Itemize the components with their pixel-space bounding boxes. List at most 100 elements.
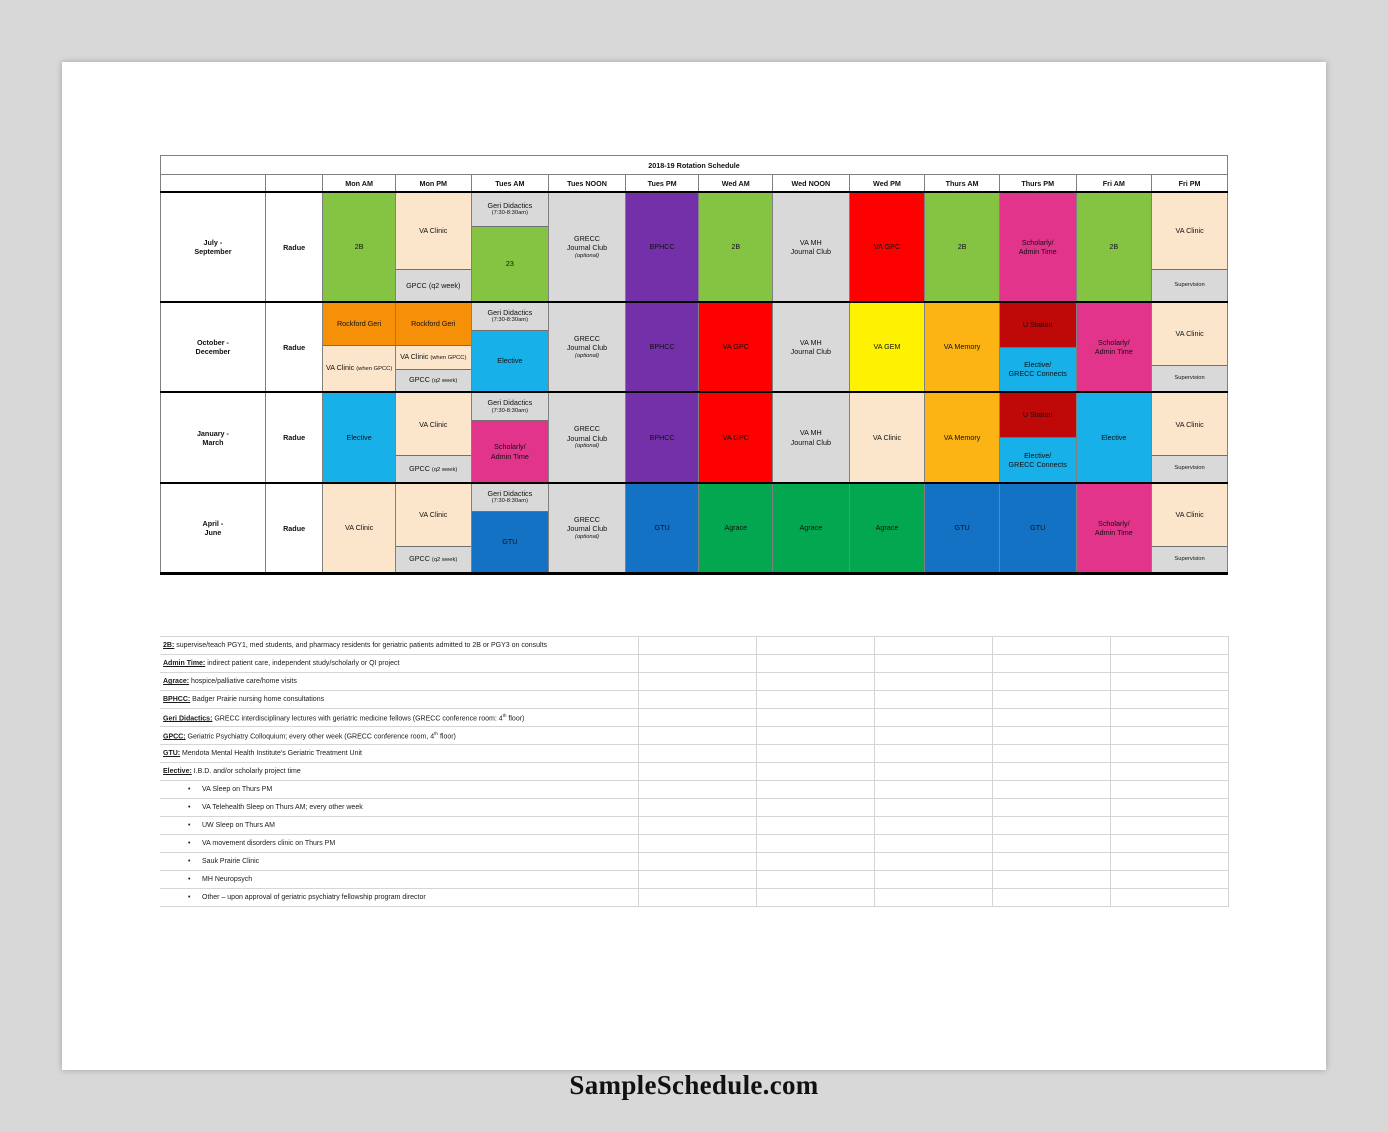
legend-filler-cell — [873, 798, 993, 817]
schedule-cell-mon_am[interactable]: Rockford Geri VA Clinic (when GPCC) — [322, 301, 396, 393]
legend-text: UW Sleep on Thurs AM — [160, 816, 639, 835]
schedule-cell-wed_pm[interactable]: Agrace — [848, 482, 926, 575]
schedule-cell-wed_pm[interactable]: VA GPC — [848, 191, 926, 303]
schedule-cell-tues_noon[interactable]: GRECC Journal Club (optional) — [548, 482, 626, 575]
schedule-cell-fri_pm[interactable]: VA Clinic Supervision — [1151, 482, 1228, 575]
legend-filler-cell — [755, 636, 875, 655]
schedule-header: 2018-19 Rotation Schedule Mon AM Mon PM Tu… — [160, 155, 1228, 193]
schedule-cell-tues_am[interactable]: Geri Didactics (7:30-8:30am) GTU — [470, 482, 550, 575]
schedule-cell-thurs_pm[interactable]: GTU — [998, 482, 1077, 575]
legend-filler-cell — [637, 798, 757, 817]
watermark: SampleSchedule.com — [569, 1070, 819, 1100]
legend-bullet-row: Sauk Prairie Clinic — [160, 852, 1229, 871]
schedule-cell-thurs_am[interactable]: 2B — [924, 191, 1000, 303]
column-header-fri_pm: Fri PM — [1151, 174, 1228, 193]
schedule-cell-wed_pm[interactable]: VA Clinic — [848, 391, 926, 484]
schedule-cell-tues_am[interactable]: Geri Didactics (7:30-8:30am) Scholarly/Adm… — [470, 391, 550, 484]
legend-filler-cell — [637, 870, 757, 889]
legend-filler-cell — [991, 744, 1111, 763]
schedule-cell-tues_noon[interactable]: GRECC Journal Club (optional) — [548, 391, 626, 484]
cell-segment: VA MH Journal Club — [773, 303, 849, 390]
legend-text: GTU: Mendota Mental Health Institute's G… — [160, 744, 639, 763]
legend-bullet-row: VA Telehealth Sleep on Thurs AM; every o… — [160, 798, 1229, 817]
schedule-cell-thurs_pm[interactable]: Scholarly/Admin Time — [998, 191, 1077, 303]
legend-bullet-row: VA Sleep on Thurs PM — [160, 780, 1229, 799]
schedule-cell-wed_am[interactable]: Agrace — [698, 482, 774, 575]
cell-segment: Elective — [472, 330, 548, 390]
cell-segment: Scholarly/Admin Time — [1077, 484, 1151, 571]
legend-filler-cell — [755, 744, 875, 763]
schedule-cell-fri_am[interactable]: Elective — [1075, 391, 1153, 484]
legend-filler-cell — [991, 672, 1111, 691]
legend-filler-cell — [873, 762, 993, 781]
legend-filler-cell — [755, 834, 875, 853]
schedule-cell-thurs_pm[interactable]: U Station Elective/GRECC Connects — [998, 391, 1077, 484]
schedule-row: April - June Radue VA Clinic VA Clinic GPCC (… — [160, 482, 1228, 575]
header-blank-0 — [160, 174, 266, 193]
cell-segment: 2B — [323, 193, 395, 300]
schedule-cell-fri_am[interactable]: Scholarly/Admin Time — [1075, 301, 1153, 393]
schedule-cell-mon_am[interactable]: VA Clinic — [322, 482, 396, 575]
cell-segment: VA GPC — [699, 393, 772, 481]
schedule-cell-thurs_am[interactable]: VA Memory — [924, 301, 1000, 393]
schedule-cell-mon_pm[interactable]: VA Clinic GPCC (q2 week) — [394, 482, 472, 575]
cell-segment: 2B — [1077, 193, 1151, 300]
schedule-cell-mon_pm[interactable]: Rockford Geri VA Clinic (when GPCC) GPCC (… — [394, 301, 472, 393]
schedule-cell-fri_am[interactable]: 2B — [1075, 191, 1153, 303]
period-label: July - September — [160, 191, 266, 303]
column-header-thurs_pm: Thurs PM — [998, 174, 1077, 193]
legend-filler-cell — [755, 672, 875, 691]
cell-segment: GRECC Journal Club (optional) — [549, 193, 625, 300]
schedule-row: July - September Radue 2B VA Clinic GPCC (q2 … — [160, 191, 1228, 303]
schedule-cell-thurs_am[interactable]: GTU — [924, 482, 1000, 575]
schedule-cell-mon_am[interactable]: 2B — [322, 191, 396, 303]
schedule-cell-tues_pm[interactable]: BPHCC — [624, 391, 700, 484]
schedule-cell-wed_noon[interactable]: VA MH Journal Club — [772, 191, 850, 303]
schedule-cell-fri_pm[interactable]: VA Clinic Supervision — [1151, 191, 1228, 303]
schedule-cell-wed_am[interactable]: VA GPC — [698, 391, 774, 484]
schedule-cell-wed_pm[interactable]: VA GEM — [848, 301, 926, 393]
cell-segment: GRECC Journal Club (optional) — [549, 484, 625, 571]
schedule-cell-fri_am[interactable]: Scholarly/Admin Time — [1075, 482, 1153, 575]
period-label: April - June — [160, 482, 266, 575]
schedule-cell-wed_am[interactable]: VA GPC — [698, 301, 774, 393]
schedule-cell-fri_pm[interactable]: VA Clinic Supervision — [1151, 301, 1228, 393]
schedule-cell-tues_noon[interactable]: GRECC Journal Club (optional) — [548, 191, 626, 303]
schedule-cell-wed_noon[interactable]: VA MH Journal Club — [772, 391, 850, 484]
cell-segment: Elective/GRECC Connects — [1000, 347, 1076, 390]
legend-row: BPHCC: Badger Prairie nursing home consu… — [160, 690, 1229, 709]
cell-segment: VA GPC — [699, 303, 772, 390]
legend-filler-cell — [1109, 852, 1229, 871]
cell-segment: VA Clinic — [1152, 484, 1227, 547]
schedule-cell-wed_noon[interactable]: Agrace — [772, 482, 850, 575]
legend-filler-cell — [637, 762, 757, 781]
schedule-cell-wed_am[interactable]: 2B — [698, 191, 774, 303]
legend-filler-cell — [637, 690, 757, 709]
schedule-cell-tues_pm[interactable]: GTU — [624, 482, 700, 575]
legend-row: Agrace: hospice/palliative care/home vis… — [160, 672, 1229, 691]
schedule-cell-tues_noon[interactable]: GRECC Journal Club (optional) — [548, 301, 626, 393]
schedule-cell-tues_am[interactable]: Geri Didactics (7:30-8:30am) Elective — [470, 301, 550, 393]
legend-filler-cell — [637, 744, 757, 763]
legend-text: Agrace: hospice/palliative care/home vis… — [160, 672, 639, 691]
schedule-cell-mon_pm[interactable]: VA Clinic GPCC (q2 week) — [394, 391, 472, 484]
schedule-cell-mon_pm[interactable]: VA Clinic GPCC (q2 week) — [394, 191, 472, 303]
cell-segment: VA Clinic — [1152, 193, 1227, 271]
schedule-cell-thurs_pm[interactable]: U Station Elective/GRECC Connects — [998, 301, 1077, 393]
cell-segment: Geri Didactics (7:30-8:30am) — [472, 303, 548, 331]
schedule-cell-thurs_am[interactable]: VA Memory — [924, 391, 1000, 484]
cell-segment: GRECC Journal Club (optional) — [549, 303, 625, 390]
schedule-cell-fri_pm[interactable]: VA Clinic Supervision — [1151, 391, 1228, 484]
schedule-cell-tues_pm[interactable]: BPHCC — [624, 301, 700, 393]
legend-filler-cell — [637, 726, 757, 745]
schedule-cell-mon_am[interactable]: Elective — [322, 391, 396, 484]
schedule-cell-tues_am[interactable]: Geri Didactics (7:30-8:30am) 23 — [470, 191, 550, 303]
cell-segment: VA Clinic — [323, 484, 395, 571]
legend-filler-cell — [991, 834, 1111, 853]
schedule-cell-tues_pm[interactable]: BPHCC — [624, 191, 700, 303]
cell-segment: GRECC Journal Club (optional) — [549, 393, 625, 481]
legend-filler-cell — [991, 816, 1111, 835]
legend-filler-cell — [873, 816, 993, 835]
schedule-cell-wed_noon[interactable]: VA MH Journal Club — [772, 301, 850, 393]
cell-segment: Geri Didactics (7:30-8:30am) — [472, 484, 548, 512]
